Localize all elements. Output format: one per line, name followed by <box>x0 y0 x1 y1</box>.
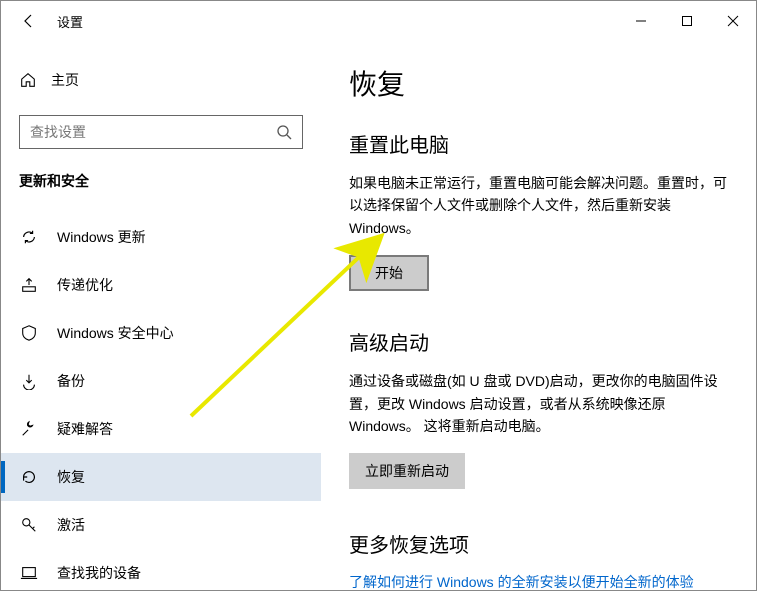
advanced-desc: 通过设备或磁盘(如 U 盘或 DVD)启动，更改你的电脑固件设置，更改 Wind… <box>349 370 728 437</box>
home-link[interactable]: 主页 <box>19 59 303 101</box>
recovery-icon <box>19 468 39 486</box>
nav-windows-security[interactable]: Windows 安全中心 <box>1 309 321 357</box>
window-title: 设置 <box>57 12 83 31</box>
back-button[interactable] <box>9 1 49 41</box>
nav-activation[interactable]: 激活 <box>1 501 321 549</box>
nav-label: 疑难解答 <box>57 419 113 439</box>
nav-troubleshoot[interactable]: 疑难解答 <box>1 405 321 453</box>
nav-windows-update[interactable]: Windows 更新 <box>1 213 321 261</box>
nav-delivery-optimization[interactable]: 传递优化 <box>1 261 321 309</box>
search-input[interactable] <box>30 124 276 140</box>
reset-start-button[interactable]: 开始 <box>349 255 429 291</box>
titlebar: 设置 <box>1 1 756 41</box>
search-box[interactable] <box>19 115 303 149</box>
more-heading: 更多恢复选项 <box>349 529 728 558</box>
reset-heading: 重置此电脑 <box>349 129 728 158</box>
sidebar: 主页 更新和安全 Windows 更新 传递优化 <box>1 41 321 590</box>
wrench-icon <box>19 420 39 438</box>
close-button[interactable] <box>710 1 756 41</box>
fresh-install-link[interactable]: 了解如何进行 Windows 的全新安装以便开始全新的体验 <box>349 572 728 590</box>
category-heading: 更新和安全 <box>19 171 303 191</box>
restart-now-button[interactable]: 立即重新启动 <box>349 453 465 489</box>
advanced-heading: 高级启动 <box>349 327 728 356</box>
nav-label: 恢复 <box>57 467 85 487</box>
nav-label: 传递优化 <box>57 275 113 295</box>
home-icon <box>19 71 37 89</box>
page-title: 恢复 <box>349 63 728 103</box>
maximize-button[interactable] <box>664 1 710 41</box>
home-label: 主页 <box>51 70 79 90</box>
key-icon <box>19 516 39 534</box>
nav-label: 激活 <box>57 515 85 535</box>
nav-backup[interactable]: 备份 <box>1 357 321 405</box>
reset-desc: 如果电脑未正常运行，重置电脑可能会解决问题。重置时，可以选择保留个人文件或删除个… <box>349 172 728 239</box>
nav-recovery[interactable]: 恢复 <box>1 453 321 501</box>
sync-icon <box>19 228 39 246</box>
nav-label: Windows 安全中心 <box>57 323 174 343</box>
device-icon <box>19 564 39 582</box>
nav-label: Windows 更新 <box>57 227 146 247</box>
upload-icon <box>19 276 39 294</box>
backup-icon <box>19 372 39 390</box>
nav-find-my-device[interactable]: 查找我的设备 <box>1 549 321 590</box>
main-content: 恢复 重置此电脑 如果电脑未正常运行，重置电脑可能会解决问题。重置时，可以选择保… <box>321 41 756 590</box>
nav-label: 备份 <box>57 371 85 391</box>
nav-label: 查找我的设备 <box>57 563 141 583</box>
search-icon <box>276 124 292 140</box>
shield-icon <box>19 324 39 342</box>
nav: Windows 更新 传递优化 Windows 安全中心 备份 <box>1 213 321 590</box>
minimize-button[interactable] <box>618 1 664 41</box>
